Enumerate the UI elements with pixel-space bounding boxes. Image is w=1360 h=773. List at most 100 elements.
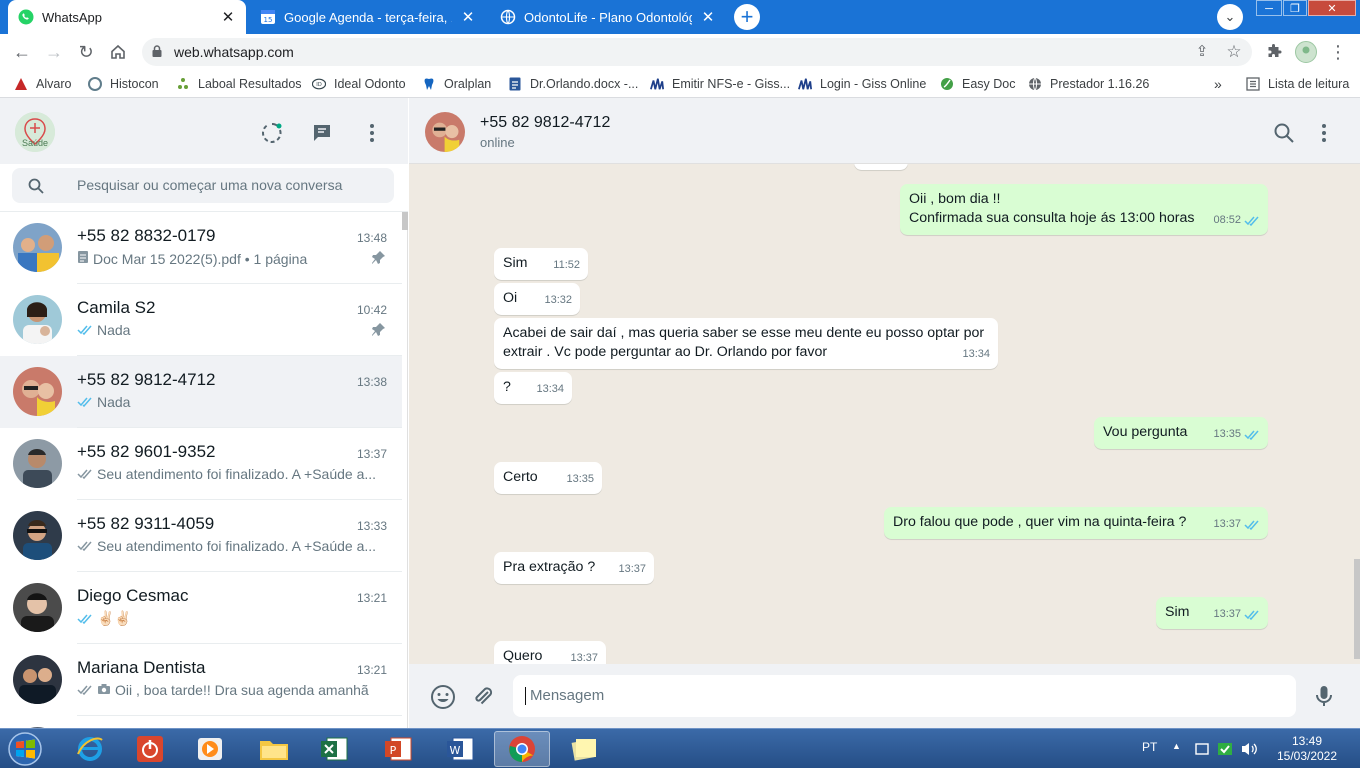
back-arrow-icon[interactable]: ← (10, 40, 34, 64)
reload-icon[interactable]: ↻ (74, 40, 98, 64)
message-incoming[interactable]: Certo 13:35 (494, 462, 602, 494)
chat-item[interactable] (0, 716, 402, 728)
close-tab-icon[interactable]: ✕ (460, 8, 476, 26)
chat-time: 13:33 (356, 519, 387, 533)
taskbar-file-explorer[interactable] (246, 731, 302, 767)
tab-google-agenda[interactable]: 15 Google Agenda - terça-feira, 15 d ✕ (250, 0, 486, 34)
message-incoming[interactable]: Pra extração ? 13:37 (494, 552, 654, 584)
read-double-check-icon (1244, 520, 1259, 530)
taskbar-media-player[interactable] (182, 731, 238, 767)
taskbar-sticky-notes[interactable] (556, 731, 612, 767)
bookmark-easy-doc[interactable]: Easy Doc (940, 70, 1016, 98)
browser-menu-icon[interactable]: ⋮ (1326, 40, 1350, 64)
start-button[interactable] (3, 730, 47, 768)
search-input[interactable]: Pesquisar ou começar uma nova conversa (12, 168, 394, 203)
bookmark-label: Laboal Resultados (198, 77, 302, 91)
message-incoming[interactable]: Oi 13:32 (494, 283, 580, 315)
system-clock[interactable]: 13:49 15/03/2022 (1262, 734, 1352, 764)
new-tab-button[interactable]: + (734, 4, 760, 30)
microphone-icon[interactable] (1312, 684, 1336, 708)
bookmark-prestador[interactable]: Prestador 1.16.26 (1028, 70, 1149, 98)
my-profile-avatar[interactable]: Saúde (15, 112, 55, 152)
contact-avatar[interactable] (425, 112, 465, 152)
message-incoming[interactable]: Sim 11:52 (494, 248, 588, 280)
taskbar-internet-explorer[interactable] (62, 731, 118, 767)
message-outgoing[interactable]: Dro falou que pode , quer vim na quinta-… (884, 507, 1268, 539)
message-time: 13:34 (962, 348, 990, 360)
action-center-flag-icon[interactable] (1194, 741, 1210, 762)
tab-odontolife[interactable]: OdontoLife - Plano Odontológico ✕ (490, 0, 726, 34)
status-icon[interactable] (260, 121, 284, 145)
taskbar-word[interactable]: W (432, 731, 488, 767)
read-double-check-icon (1244, 216, 1259, 226)
taskbar-excel[interactable] (306, 731, 362, 767)
menu-kebab-icon[interactable] (1312, 121, 1336, 145)
forward-arrow-icon[interactable]: → (42, 40, 66, 64)
whatsapp-icon (18, 9, 34, 25)
reading-list-button[interactable]: Lista de leitura (1246, 70, 1349, 98)
extensions-puzzle-icon[interactable] (1262, 40, 1286, 64)
chat-name: +55 82 9601-9352 (77, 442, 216, 461)
chat-preview: Seu atendimento foi finalizado. A +Saúde… (77, 466, 377, 482)
message-input[interactable]: Mensagem (513, 675, 1296, 717)
bookmark-label: Prestador 1.16.26 (1050, 77, 1150, 91)
more-bookmarks-button[interactable]: » (1214, 70, 1222, 98)
tab-whatsapp[interactable]: WhatsApp ✕ (8, 0, 246, 34)
bookmark-login-giss[interactable]: Login - Giss Online (798, 70, 926, 98)
attach-paperclip-icon[interactable] (471, 685, 495, 709)
search-icon[interactable] (1272, 121, 1296, 145)
chat-item[interactable]: Diego Cesmac 13:21 ✌🏻✌🏻 (0, 572, 402, 644)
message-outgoing[interactable]: Sim 13:37 (1156, 597, 1268, 629)
taskbar-app-power[interactable] (122, 731, 178, 767)
bookmarks-bar: Alvaro Histocon Laboal Resultados ID Ide… (0, 70, 1360, 98)
bookmark-label: Histocon (110, 77, 159, 91)
whatsapp-app: Saúde Pesquisar ou começar uma nova conv… (0, 98, 1360, 728)
chat-item[interactable]: Camila S2 10:42 Nada (0, 284, 402, 356)
message-outgoing[interactable]: Oii , bom dia !! Confirmada sua consulta… (900, 184, 1268, 235)
language-indicator[interactable]: PT (1142, 740, 1157, 754)
taskbar-powerpoint[interactable]: P (370, 731, 426, 767)
bookmark-oralplan[interactable]: Oralplan (422, 70, 491, 98)
bookmark-emitir-nfse[interactable]: Emitir NFS-e - Giss... (650, 70, 790, 98)
chat-item[interactable]: Mariana Dentista 13:21 Oii , boa tarde!!… (0, 644, 402, 716)
chat-item[interactable]: +55 82 8832-0179 13:48 Doc Mar 15 2022(5… (0, 212, 402, 284)
chat-item[interactable]: +55 82 9311-4059 13:33 Seu atendimento f… (0, 500, 402, 572)
conversation-header[interactable]: +55 82 9812-4712 online (409, 98, 1360, 164)
bookmark-star-icon[interactable]: ☆ (1222, 40, 1246, 64)
message-meta: 11:52 (553, 256, 580, 275)
message-incoming[interactable]: Acabei de sair daí , mas queria saber se… (494, 318, 998, 369)
bookmark-dr-orlando-docx[interactable]: Dr.Orlando.docx -... (508, 70, 638, 98)
close-window-button[interactable]: ✕ (1308, 0, 1356, 16)
volume-speaker-icon[interactable] (1240, 741, 1258, 762)
message-incoming[interactable]: ? 13:34 (494, 372, 572, 404)
menu-kebab-icon[interactable] (360, 121, 384, 145)
restore-window-button[interactable]: ❐ (1283, 0, 1307, 16)
show-hidden-icons-arrow-icon[interactable]: ▲ (1172, 741, 1181, 751)
chat-preview-text: Doc Mar 15 2022(5).pdf • 1 página (93, 250, 308, 267)
lock-icon[interactable] (150, 44, 164, 58)
message-incoming[interactable]: Quero 13:37 (494, 641, 606, 664)
bookmark-laboal[interactable]: Laboal Resultados (176, 70, 302, 98)
emoji-icon[interactable] (430, 684, 455, 709)
url-bar[interactable]: web.whatsapp.com (142, 38, 1252, 66)
home-icon[interactable] (106, 40, 130, 64)
new-chat-icon[interactable] (310, 121, 334, 145)
message-outgoing[interactable]: Vou pergunta 13:35 (1094, 417, 1268, 449)
message-area-scrollbar[interactable] (1354, 559, 1360, 659)
close-tab-icon[interactable]: ✕ (700, 8, 716, 26)
chat-name: Diego Cesmac (77, 586, 189, 605)
minimize-window-button[interactable]: ─ (1256, 0, 1282, 16)
taskbar-chrome[interactable] (494, 731, 550, 767)
bookmark-histocon[interactable]: Histocon (88, 70, 159, 98)
profile-avatar[interactable] (1294, 40, 1318, 64)
tab-search-chevron-icon[interactable]: ⌄ (1217, 4, 1243, 30)
bookmark-ideal-odonto[interactable]: ID Ideal Odonto (312, 70, 406, 98)
security-shield-icon[interactable] (1216, 740, 1234, 763)
chat-list-scrollbar[interactable] (402, 212, 408, 230)
chat-item[interactable]: +55 82 9601-9352 13:37 Seu atendimento f… (0, 428, 402, 500)
close-tab-icon[interactable]: ✕ (220, 8, 236, 26)
bookmark-alvaro[interactable]: Alvaro (14, 70, 71, 98)
media-player-icon (198, 738, 222, 760)
share-icon[interactable]: ⇪ (1190, 40, 1214, 64)
chat-item-selected[interactable]: +55 82 9812-4712 13:38 Nada (0, 356, 402, 428)
